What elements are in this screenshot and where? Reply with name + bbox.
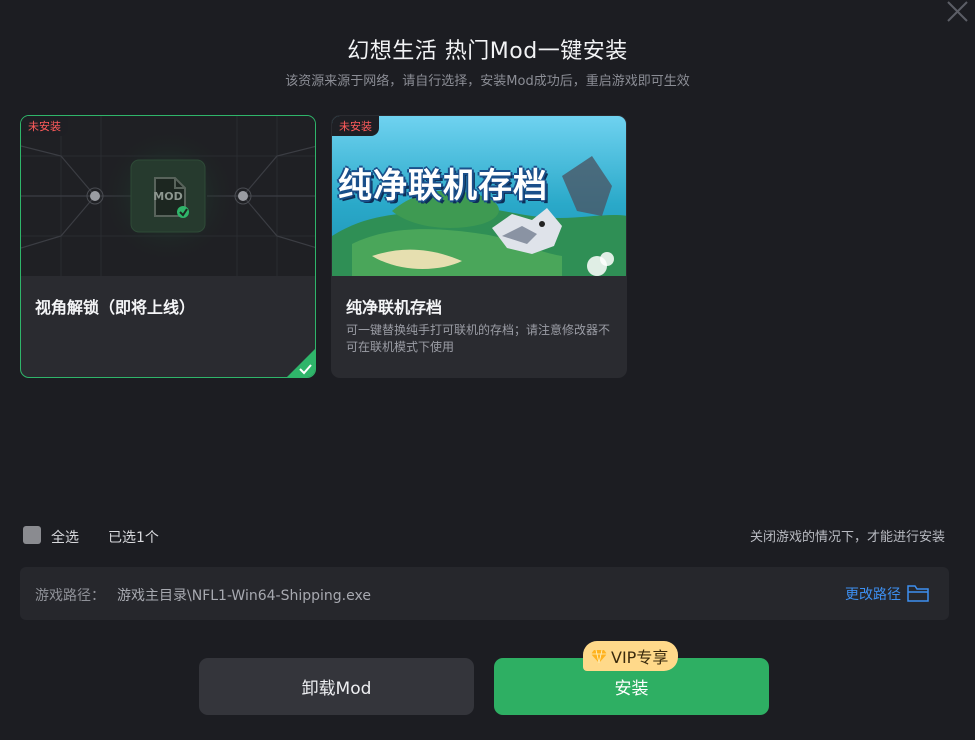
selection-row: 全选 已选1个 关闭游戏的情况下，才能进行安装: [0, 525, 975, 547]
change-path-link[interactable]: 更改路径: [845, 584, 901, 604]
vip-badge: VIP专享: [583, 641, 679, 671]
selected-count: 已选1个: [108, 530, 159, 546]
mod-thumbnail: 纯净联机存档: [332, 116, 626, 276]
uninstall-mod-button[interactable]: 卸载Mod: [199, 658, 474, 715]
select-all-checkbox[interactable]: [23, 526, 41, 544]
select-all-label[interactable]: 全选: [51, 527, 79, 547]
status-badge: 未安装: [332, 116, 379, 136]
diamond-icon: [591, 649, 607, 663]
close-icon[interactable]: [943, 0, 971, 26]
dialog-subtitle: 该资源来源于网络，请自行选择，安装Mod成功后，重启游戏即可生效: [285, 74, 690, 89]
mod-thumb-label: MOD: [153, 190, 183, 203]
mod-title: 纯净联机存档: [346, 298, 443, 317]
mod-card-view-unlock[interactable]: MOD 未安装 视角解锁（即将上线）: [20, 115, 316, 378]
banner-text: 纯净联机存档: [338, 166, 548, 206]
folder-icon[interactable]: [907, 584, 929, 602]
mod-title: 视角解锁（即将上线）: [35, 298, 196, 317]
mod-description: 可一键替换纯手打可联机的存档；请注意修改器不可在联机模式下使用: [346, 323, 611, 354]
game-path-bar: 游戏路径： 游戏主目录\NFL1-Win64-Shipping.exe 更改路径: [20, 567, 949, 620]
install-hint: 关闭游戏的情况下，才能进行安装: [749, 530, 945, 545]
mod-thumbnail: MOD: [21, 116, 315, 276]
path-label: 游戏路径：: [35, 588, 105, 604]
check-icon: [287, 349, 315, 377]
dialog-title: 幻想生活 热门Mod一键安装: [347, 39, 628, 64]
path-value: 游戏主目录\NFL1-Win64-Shipping.exe: [117, 588, 371, 604]
vip-badge-label: VIP专享: [611, 648, 669, 667]
status-badge: 未安装: [21, 116, 68, 136]
mod-card-clean-save[interactable]: 纯净联机存档 未安装 纯净联机存档 可一键替换纯手打可联机的存档；请注意修改器不…: [331, 115, 627, 378]
